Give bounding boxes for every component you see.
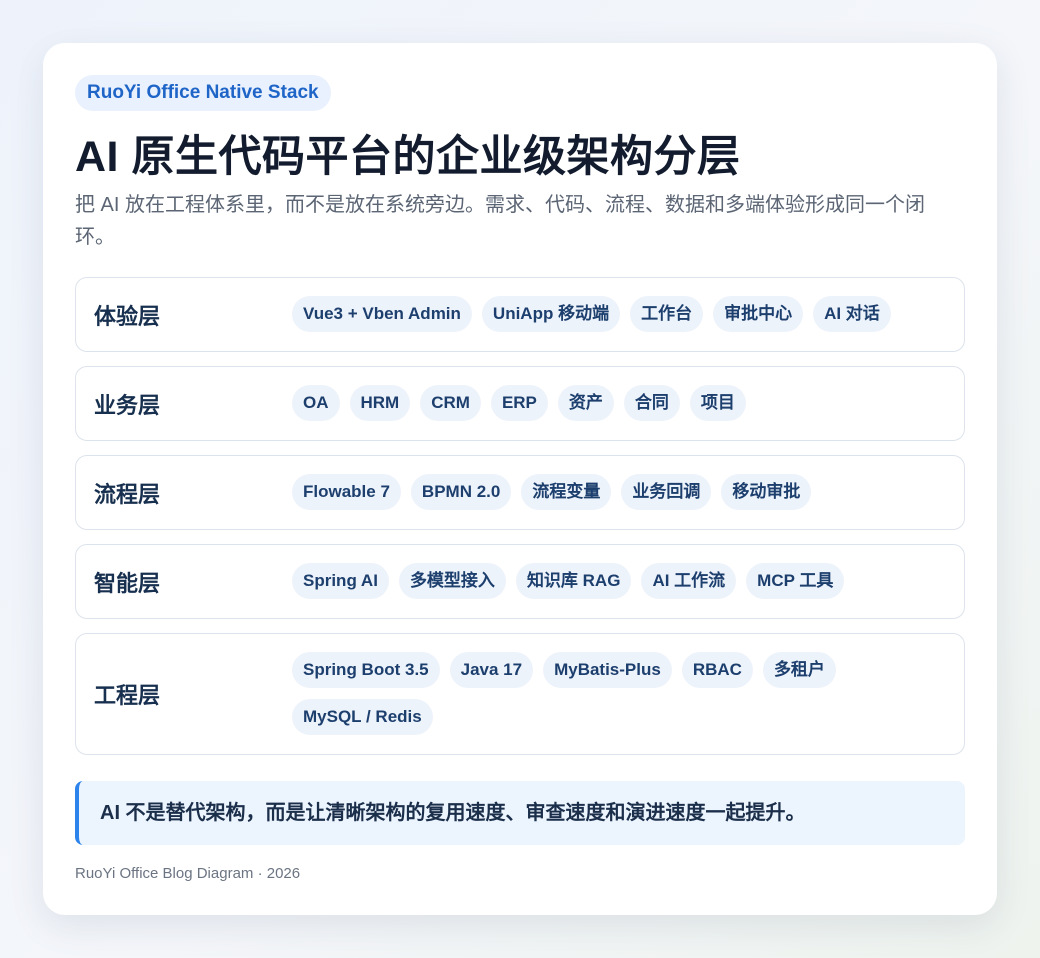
tag: CRM xyxy=(420,385,481,421)
tag: 合同 xyxy=(623,385,680,421)
tag: 流程变量 xyxy=(521,474,612,510)
tag: RBAC xyxy=(681,652,753,688)
tag: MySQL / Redis xyxy=(292,699,433,735)
layer-business: 业务层 OA HRM CRM ERP 资产 合同 项目 xyxy=(75,366,965,441)
tag: AI 工作流 xyxy=(641,563,737,599)
tag: UniApp 移动端 xyxy=(481,296,621,332)
tag: HRM xyxy=(349,385,411,421)
tag: ERP xyxy=(490,385,548,421)
layer-intelligence: 智能层 Spring AI 多模型接入 知识库 RAG AI 工作流 MCP 工… xyxy=(75,544,965,619)
tag: Spring AI xyxy=(292,563,389,599)
tag: 多租户 xyxy=(762,652,836,688)
layer-engineering: 工程层 Spring Boot 3.5 Java 17 MyBatis-Plus… xyxy=(75,633,965,755)
tag: AI 对话 xyxy=(813,296,891,332)
footer-credit: RuoYi Office Blog Diagram · 2026 xyxy=(75,865,301,882)
tag-list: Spring Boot 3.5 Java 17 MyBatis-Plus RBA… xyxy=(292,652,944,735)
page-title: AI 原生代码平台的企业级架构分层 xyxy=(75,133,741,181)
layer-name: 业务层 xyxy=(94,392,161,418)
tag-list: Vue3 + Vben Admin UniApp 移动端 工作台 审批中心 AI… xyxy=(292,296,944,332)
tag: 多模型接入 xyxy=(398,563,506,599)
tag: OA xyxy=(292,385,340,421)
tag-list: Spring AI 多模型接入 知识库 RAG AI 工作流 MCP 工具 xyxy=(292,563,944,599)
tag: 业务回调 xyxy=(621,474,712,510)
layer-process: 流程层 Flowable 7 BPMN 2.0 流程变量 业务回调 移动审批 xyxy=(75,455,965,530)
layer-experience: 体验层 Vue3 + Vben Admin UniApp 移动端 工作台 审批中… xyxy=(75,277,965,352)
tag: 资产 xyxy=(557,385,614,421)
tag: 知识库 RAG xyxy=(515,563,632,599)
layer-name: 体验层 xyxy=(94,303,161,329)
tag: MCP 工具 xyxy=(746,563,845,599)
tag: 审批中心 xyxy=(713,296,804,332)
tag: Java 17 xyxy=(449,652,534,688)
tag: 移动审批 xyxy=(721,474,812,510)
page-subtitle: 把 AI 放在工程体系里，而不是放在系统旁边。需求、代码、流程、数据和多端体验形… xyxy=(75,194,926,248)
tag: MyBatis-Plus xyxy=(543,652,672,688)
tag-list: Flowable 7 BPMN 2.0 流程变量 业务回调 移动审批 xyxy=(292,474,944,510)
stack-badge: RuoYi Office Native Stack xyxy=(75,75,331,111)
layer-name: 工程层 xyxy=(94,683,161,708)
tag: BPMN 2.0 xyxy=(410,474,512,510)
tag-list: OA HRM CRM ERP 资产 合同 项目 xyxy=(292,385,944,421)
summary-note: AI 不是替代架构，而是让清晰架构的复用速度、审查速度和演进速度一起提升。 xyxy=(75,781,965,845)
tag: Spring Boot 3.5 xyxy=(292,652,440,688)
layer-name: 流程层 xyxy=(94,481,161,507)
tag: 工作台 xyxy=(630,296,704,332)
tag: 项目 xyxy=(689,385,746,421)
tag: Vue3 + Vben Admin xyxy=(292,296,472,332)
layer-name: 智能层 xyxy=(94,570,161,596)
diagram-card: RuoYi Office Native Stack AI 原生代码平台的企业级架… xyxy=(43,43,997,915)
tag: Flowable 7 xyxy=(292,474,401,510)
